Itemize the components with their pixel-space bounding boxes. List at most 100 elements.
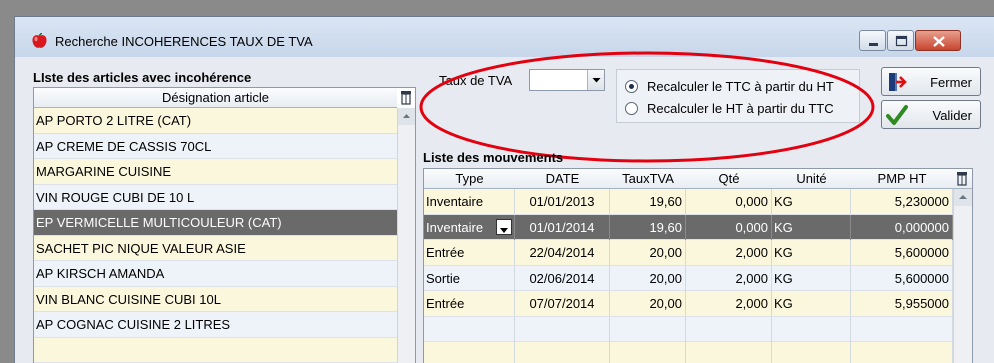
- minimize-button[interactable]: [859, 30, 886, 51]
- cell-unite-text: KG: [774, 245, 793, 260]
- title-bar[interactable]: Recherche INCOHERENCES TAUX DE TVA: [15, 17, 994, 57]
- movement-row[interactable]: [424, 342, 953, 363]
- cell-pmp: 5,600000: [851, 265, 953, 291]
- maximize-button[interactable]: [887, 30, 914, 51]
- cell-type-text: Entrée: [426, 245, 465, 260]
- desktop-background: [0, 0, 994, 16]
- cell-unite: KG: [772, 189, 851, 214]
- movements-scrollbar[interactable]: [953, 189, 972, 363]
- movement-row[interactable]: Inventaire 01/01/2014 19,60 0,000 KG 0,000000: [424, 214, 953, 240]
- cell-date: [515, 316, 610, 342]
- type-dropdown-button[interactable]: [496, 218, 512, 235]
- article-list-item[interactable]: VIN ROUGE CUBI DE 10 L: [34, 184, 397, 210]
- column-header-date[interactable]: DATE: [515, 169, 610, 189]
- cell-qte: [686, 342, 772, 363]
- cell-taux-text: 20,00: [649, 296, 682, 311]
- cell-taux-text: 20,00: [649, 245, 682, 260]
- articles-scrollbar[interactable]: [397, 108, 415, 363]
- tva-label: Taux de TVA: [439, 73, 513, 88]
- cell-taux: 20,00: [610, 265, 686, 291]
- column-header-taux[interactable]: TauxTVA: [610, 169, 686, 189]
- validate-button[interactable]: Valider: [881, 100, 981, 129]
- chevron-down-icon: [592, 78, 601, 83]
- exit-door-icon: [889, 73, 907, 91]
- article-list-item[interactable]: [34, 337, 397, 363]
- cell-date: 02/06/2014: [515, 265, 610, 291]
- tva-select[interactable]: [529, 69, 605, 91]
- movements-section-label: Liste des mouvements: [423, 150, 564, 165]
- cell-pmp-text: 5,600000: [894, 270, 949, 286]
- red-apple-icon: [32, 33, 47, 48]
- cell-type: Inventaire: [424, 189, 515, 214]
- cell-qte: 2,000: [686, 265, 772, 291]
- close-window-button[interactable]: [915, 30, 961, 51]
- cell-pmp: 0,000000: [851, 214, 953, 240]
- cell-qte-text: 0,000: [735, 194, 768, 209]
- column-header-qte[interactable]: Qté: [686, 169, 772, 189]
- column-header-unite[interactable]: Unité: [772, 169, 851, 189]
- cell-unite: [772, 316, 851, 342]
- designation-column-header[interactable]: Désignation article: [34, 88, 397, 108]
- radio-recalc-ttc[interactable]: Recalculer le TTC à partir du HT: [625, 76, 834, 96]
- article-list-item[interactable]: AP CREME DE CASSIS 70CL: [34, 133, 397, 159]
- column-header-pmp[interactable]: PMP HT: [851, 169, 953, 189]
- cell-date: 01/01/2014: [515, 214, 610, 240]
- cell-pmp-text: 5,230000: [894, 194, 949, 209]
- cell-pmp: 5,600000: [851, 240, 953, 265]
- article-list-item[interactable]: VIN BLANC CUISINE CUBI 10L: [34, 286, 397, 312]
- articles-rows: AP PORTO 2 LITRE (CAT) AP CREME DE CASSIS…: [34, 108, 397, 363]
- radio-recalc-ht[interactable]: Recalculer le HT à partir du TTC: [625, 98, 834, 118]
- cell-taux: 20,00: [610, 291, 686, 316]
- cell-taux-text: 20,00: [649, 270, 682, 286]
- cell-unite-text: KG: [774, 270, 793, 286]
- cell-type: [424, 342, 515, 363]
- article-list-item[interactable]: MARGARINE CUISINE: [34, 159, 397, 185]
- article-list-item[interactable]: SACHET PIC NIQUE VALEUR ASIE: [34, 235, 397, 261]
- cell-date-text: 01/01/2014: [529, 219, 595, 235]
- article-list-item[interactable]: AP COGNAC CUISINE 2 LITRES: [34, 312, 397, 338]
- chevron-up-icon: [959, 195, 967, 199]
- article-list-item[interactable]: AP PORTO 2 LITRE (CAT): [34, 108, 397, 134]
- cell-unite: KG: [772, 265, 851, 291]
- close-button[interactable]: Fermer: [881, 67, 981, 96]
- cell-pmp-text: 0,000000: [894, 219, 949, 235]
- cell-type: [424, 316, 515, 342]
- radio-ttc-indicator[interactable]: [625, 79, 638, 93]
- desktop-background-left: [0, 0, 14, 363]
- cell-type-text: Inventaire: [426, 194, 484, 209]
- cell-qte: 0,000: [686, 214, 772, 240]
- cell-date-text: 07/07/2014: [529, 296, 595, 311]
- cell-qte: 0,000: [686, 189, 772, 214]
- cell-unite: [772, 342, 851, 363]
- cell-date-text: 02/06/2014: [529, 270, 595, 286]
- article-list-item[interactable]: AP KIRSCH AMANDA: [34, 261, 397, 287]
- cell-pmp-text: 5,600000: [894, 245, 949, 260]
- movements-grid[interactable]: Type DATE TauxTVA Qté Unité PMP HT Inventaire…: [423, 168, 973, 363]
- movement-row[interactable]: Entrée 22/04/2014 20,00 2,000 KG 5,600000: [424, 240, 953, 266]
- cell-qte-text: 2,000: [735, 270, 768, 286]
- cell-qte-text: 2,000: [735, 245, 768, 260]
- radio-ht-indicator[interactable]: [625, 101, 638, 115]
- cell-qte: 2,000: [686, 240, 772, 265]
- movements-header: Type DATE TauxTVA Qté Unité PMP HT: [424, 169, 972, 189]
- grid-scroll-up-button[interactable]: [954, 189, 972, 206]
- cell-type-text: Inventaire: [426, 219, 484, 235]
- movement-row[interactable]: Entrée 07/07/2014 20,00 2,000 KG 5,955000: [424, 291, 953, 317]
- movement-row[interactable]: Sortie 02/06/2014 20,00 2,000 KG 5,600000: [424, 265, 953, 291]
- cell-date: 01/01/2013: [515, 189, 610, 214]
- dialog-window: Recherche INCOHERENCES TAUX DE TVA LIste…: [14, 16, 994, 363]
- radio-recalc-ht-label: Recalculer le HT à partir du TTC: [647, 100, 834, 116]
- tva-dropdown-button[interactable]: [587, 70, 604, 90]
- cell-type[interactable]: Inventaire: [424, 214, 515, 240]
- grid-column-config-icon[interactable]: [956, 171, 968, 186]
- scroll-up-button[interactable]: [398, 108, 415, 125]
- column-header-type[interactable]: Type: [424, 169, 515, 189]
- column-config-icon[interactable]: [400, 90, 412, 105]
- movement-row[interactable]: [424, 316, 953, 342]
- close-icon: [933, 36, 945, 47]
- cell-taux: 19,60: [610, 214, 686, 240]
- article-list-item[interactable]: EP VERMICELLE MULTICOULEUR (CAT): [34, 210, 397, 236]
- cell-taux: [610, 342, 686, 363]
- movement-row[interactable]: Inventaire 01/01/2013 19,60 0,000 KG 5,230000: [424, 189, 953, 215]
- articles-list[interactable]: Désignation article AP PORTO 2 LITRE (CA…: [33, 87, 416, 363]
